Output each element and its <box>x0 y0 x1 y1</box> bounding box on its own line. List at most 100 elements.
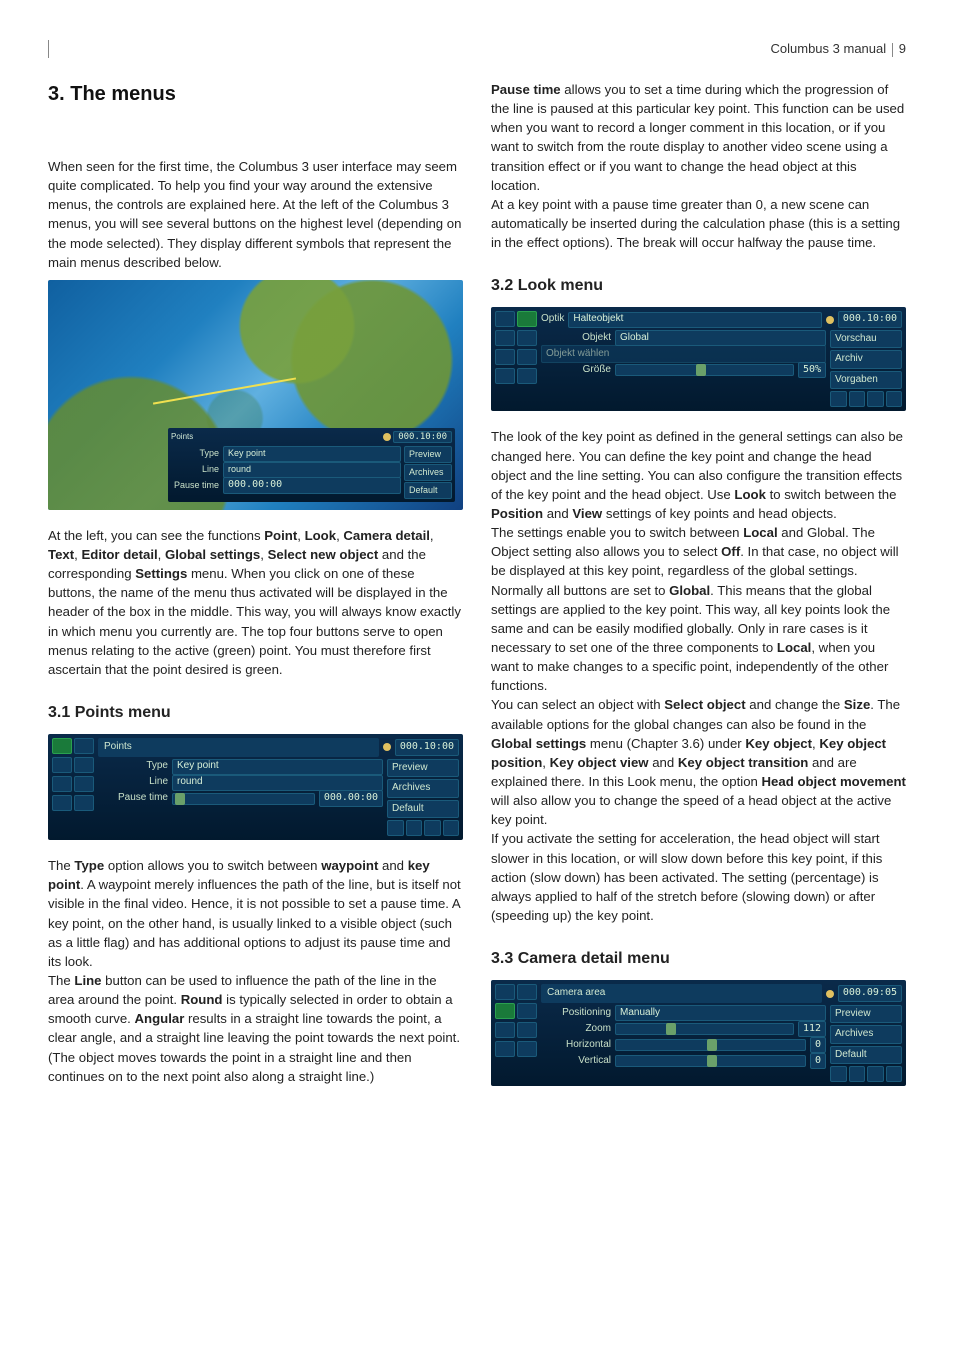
functions-paragraph: At the left, you can see the functions P… <box>48 526 463 679</box>
sidebar-settings-icon[interactable] <box>517 368 537 384</box>
size-label: Größe <box>541 363 611 378</box>
inset-pause-label: Pause time <box>171 479 219 492</box>
inset-archives-button[interactable]: Archives <box>404 464 452 481</box>
sidebar-settings-icon[interactable] <box>74 795 94 811</box>
record-dot-icon <box>383 433 391 441</box>
sidebar-point-icon[interactable] <box>52 738 72 754</box>
pause-label: Pause time <box>98 791 168 806</box>
sidebar-editor-icon[interactable] <box>52 776 72 792</box>
horizontal-slider[interactable] <box>615 1039 806 1051</box>
points-menu-figure: Points 000.10:00 Type Key point Line round… <box>48 734 463 840</box>
size-slider[interactable] <box>615 364 794 376</box>
sidebar-editor-icon[interactable] <box>495 349 515 365</box>
panel-time: 000.10:00 <box>395 739 459 756</box>
figure-sidebar <box>495 984 537 1082</box>
inset-line-label: Line <box>171 463 219 476</box>
type-label: Type <box>98 759 168 774</box>
objekt-label: Objekt <box>541 331 611 346</box>
sidebar-play-icon[interactable] <box>517 1022 537 1038</box>
sidebar-globe-icon[interactable] <box>495 368 515 384</box>
sidebar-camera-icon[interactable] <box>495 330 515 346</box>
scene-insert-paragraph: At a key point with a pause time greater… <box>491 195 906 252</box>
preview-button[interactable]: Preview <box>830 1005 902 1024</box>
sidebar-play-icon[interactable] <box>74 776 94 792</box>
sidebar-editor-icon[interactable] <box>495 1022 515 1038</box>
inset-line-value[interactable]: round <box>223 462 401 478</box>
look-menu-figure: Optik Halteobjekt 000.10:00 ObjektGlobal… <box>491 307 906 411</box>
pause-value: 000.00:00 <box>319 790 383 807</box>
panel-time: 000.10:00 <box>838 311 902 328</box>
sidebar-settings-icon[interactable] <box>517 1041 537 1057</box>
archives-button[interactable]: Archives <box>387 779 459 798</box>
panel-time: 000.09:05 <box>838 985 902 1002</box>
toggle-icon[interactable] <box>867 391 884 407</box>
toggle-icon[interactable] <box>867 1066 884 1082</box>
optik-dropdown[interactable]: Halteobjekt <box>568 312 821 328</box>
right-column: Pause time allows you to set a time duri… <box>491 80 906 1102</box>
vorschau-button[interactable]: Vorschau <box>830 330 902 349</box>
acceleration-paragraph: If you activate the setting for accelera… <box>491 829 906 925</box>
default-button[interactable]: Default <box>387 800 459 819</box>
toggle-icon[interactable] <box>424 820 441 836</box>
intro-paragraph: When seen for the first time, the Columb… <box>48 157 463 272</box>
camera-detail-heading: 3.3 Camera detail menu <box>491 947 906 970</box>
zoom-slider[interactable] <box>615 1023 794 1035</box>
sidebar-text-icon[interactable] <box>517 330 537 346</box>
sidebar-text-icon[interactable] <box>517 1003 537 1019</box>
panel-title: Points <box>98 738 379 757</box>
inset-type-value[interactable]: Key point <box>223 446 401 462</box>
map-screenshot: Points 000.10:00 TypeKey point Lineround… <box>48 280 463 510</box>
size-value: 50% <box>798 362 826 379</box>
positioning-dropdown[interactable]: Manually <box>615 1005 826 1021</box>
sidebar-look-icon[interactable] <box>517 984 537 1000</box>
inset-type-label: Type <box>171 447 219 460</box>
archiv-button[interactable]: Archiv <box>830 350 902 369</box>
left-column: 3. The menus When seen for the first tim… <box>48 80 463 1102</box>
screen-icon[interactable] <box>849 1066 866 1082</box>
points-menu-heading: 3.1 Points menu <box>48 701 463 724</box>
sidebar-camera-icon[interactable] <box>495 1003 515 1019</box>
objekt-dropdown[interactable]: Global <box>615 330 826 346</box>
sidebar-look-icon[interactable] <box>517 311 537 327</box>
sidebar-globe-icon[interactable] <box>495 1041 515 1057</box>
info-icon[interactable] <box>830 1066 847 1082</box>
info-icon[interactable] <box>387 820 404 836</box>
page-header: Columbus 3 manual 9 <box>48 40 906 58</box>
sidebar-look-icon[interactable] <box>74 738 94 754</box>
vorgaben-button[interactable]: Vorgaben <box>830 371 902 390</box>
inset-pause-value[interactable]: 000.00:00 <box>223 477 401 494</box>
line-label: Line <box>98 775 168 790</box>
exit-icon[interactable] <box>886 1066 903 1082</box>
inset-default-button[interactable]: Default <box>404 482 452 499</box>
sidebar-point-icon[interactable] <box>495 311 515 327</box>
pause-time-paragraph: Pause time allows you to set a time duri… <box>491 80 906 195</box>
record-dot-icon <box>826 990 834 998</box>
preview-button[interactable]: Preview <box>387 759 459 778</box>
screen-icon[interactable] <box>849 391 866 407</box>
select-object-button[interactable]: Objekt wählen <box>541 345 826 364</box>
manual-title: Columbus 3 manual <box>771 41 891 56</box>
figure-sidebar <box>495 311 537 407</box>
sidebar-play-icon[interactable] <box>517 349 537 365</box>
inset-time: 000.10:00 <box>393 431 452 443</box>
screen-icon[interactable] <box>406 820 423 836</box>
vertical-slider[interactable] <box>615 1055 806 1067</box>
archives-button[interactable]: Archives <box>830 1025 902 1044</box>
vertical-value: 0 <box>810 1053 826 1070</box>
pause-slider[interactable] <box>172 793 315 805</box>
local-global-paragraph: The settings enable you to switch betwee… <box>491 523 906 695</box>
info-icon[interactable] <box>830 391 847 407</box>
exit-icon[interactable] <box>886 391 903 407</box>
inset-preview-button[interactable]: Preview <box>404 446 452 463</box>
exit-icon[interactable] <box>443 820 460 836</box>
sidebar-point-icon[interactable] <box>495 984 515 1000</box>
record-dot-icon <box>826 316 834 324</box>
type-dropdown[interactable]: Key point <box>172 759 383 775</box>
section-heading: 3. The menus <box>48 80 463 109</box>
horizontal-value: 0 <box>810 1037 826 1054</box>
sidebar-camera-icon[interactable] <box>52 757 72 773</box>
sidebar-globe-icon[interactable] <box>52 795 72 811</box>
sidebar-text-icon[interactable] <box>74 757 94 773</box>
default-button[interactable]: Default <box>830 1046 902 1065</box>
line-dropdown[interactable]: round <box>172 775 383 791</box>
